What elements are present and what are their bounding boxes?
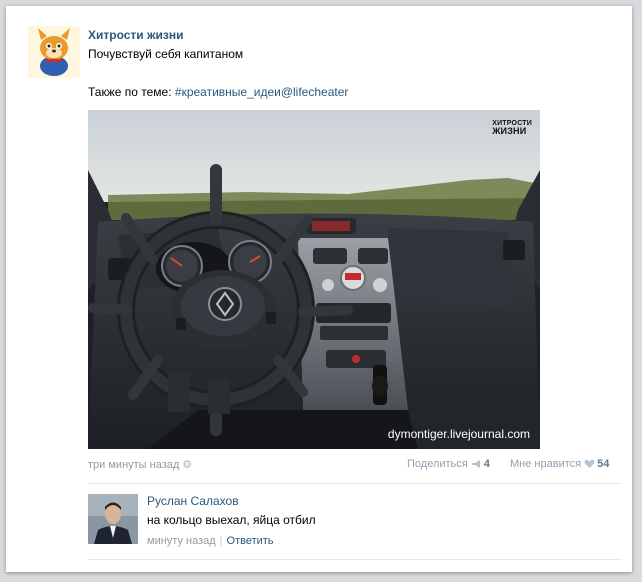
comment-time[interactable]: минуту назад [147, 535, 216, 547]
comment-author-link[interactable]: Руслан Салахов [147, 494, 239, 508]
megaphone-icon [471, 460, 480, 468]
hashtag-link[interactable]: #креативные_идеи@lifecheater [175, 85, 348, 99]
post-time[interactable]: три минуты назад ⚙ [88, 458, 192, 471]
share-label[interactable]: Поделиться [407, 458, 468, 470]
commenter-avatar[interactable] [88, 494, 138, 544]
post-meta: три минуты назад ⚙ Поделиться 4 Мне нравит… [88, 458, 622, 474]
watermark-logo: ХИТРОСТИ ЖИЗНИ [492, 120, 532, 136]
reply-button[interactable]: Ответить [227, 535, 274, 547]
post-photo[interactable]: ХИТРОСТИ ЖИЗНИ dymontiger.livejournal.co… [88, 110, 540, 449]
like-label[interactable]: Мне нравится [510, 458, 581, 470]
divider [88, 483, 622, 484]
comment-text: на кольцо выехал, яйца отбил [147, 513, 316, 527]
divider [88, 559, 622, 560]
post-related: Также по теме: #креативные_идеи@lifechea… [88, 85, 348, 99]
group-avatar[interactable] [28, 26, 80, 78]
comment-meta-separator: | [219, 535, 223, 547]
post-text: Почувствуй себя капитаном [88, 47, 244, 61]
share-button[interactable]: Поделиться 4 [407, 458, 490, 470]
gear-icon[interactable]: ⚙ [182, 458, 192, 471]
like-count: 54 [597, 458, 610, 470]
heart-icon [584, 459, 595, 468]
like-button[interactable]: Мне нравится 54 [510, 458, 609, 470]
post-card: Хитрости жизни Почувствуй себя капитаном… [6, 6, 632, 572]
watermark-url: dymontiger.livejournal.com [387, 427, 530, 441]
share-count: 4 [483, 458, 490, 470]
comment-meta: минуту назад | Ответить [147, 535, 274, 547]
post-time-text[interactable]: три минуты назад [88, 459, 179, 471]
post-author-link[interactable]: Хитрости жизни [88, 28, 184, 42]
related-prefix: Также по теме: [88, 85, 175, 99]
watermark-line2: ЖИЗНИ [492, 126, 527, 136]
